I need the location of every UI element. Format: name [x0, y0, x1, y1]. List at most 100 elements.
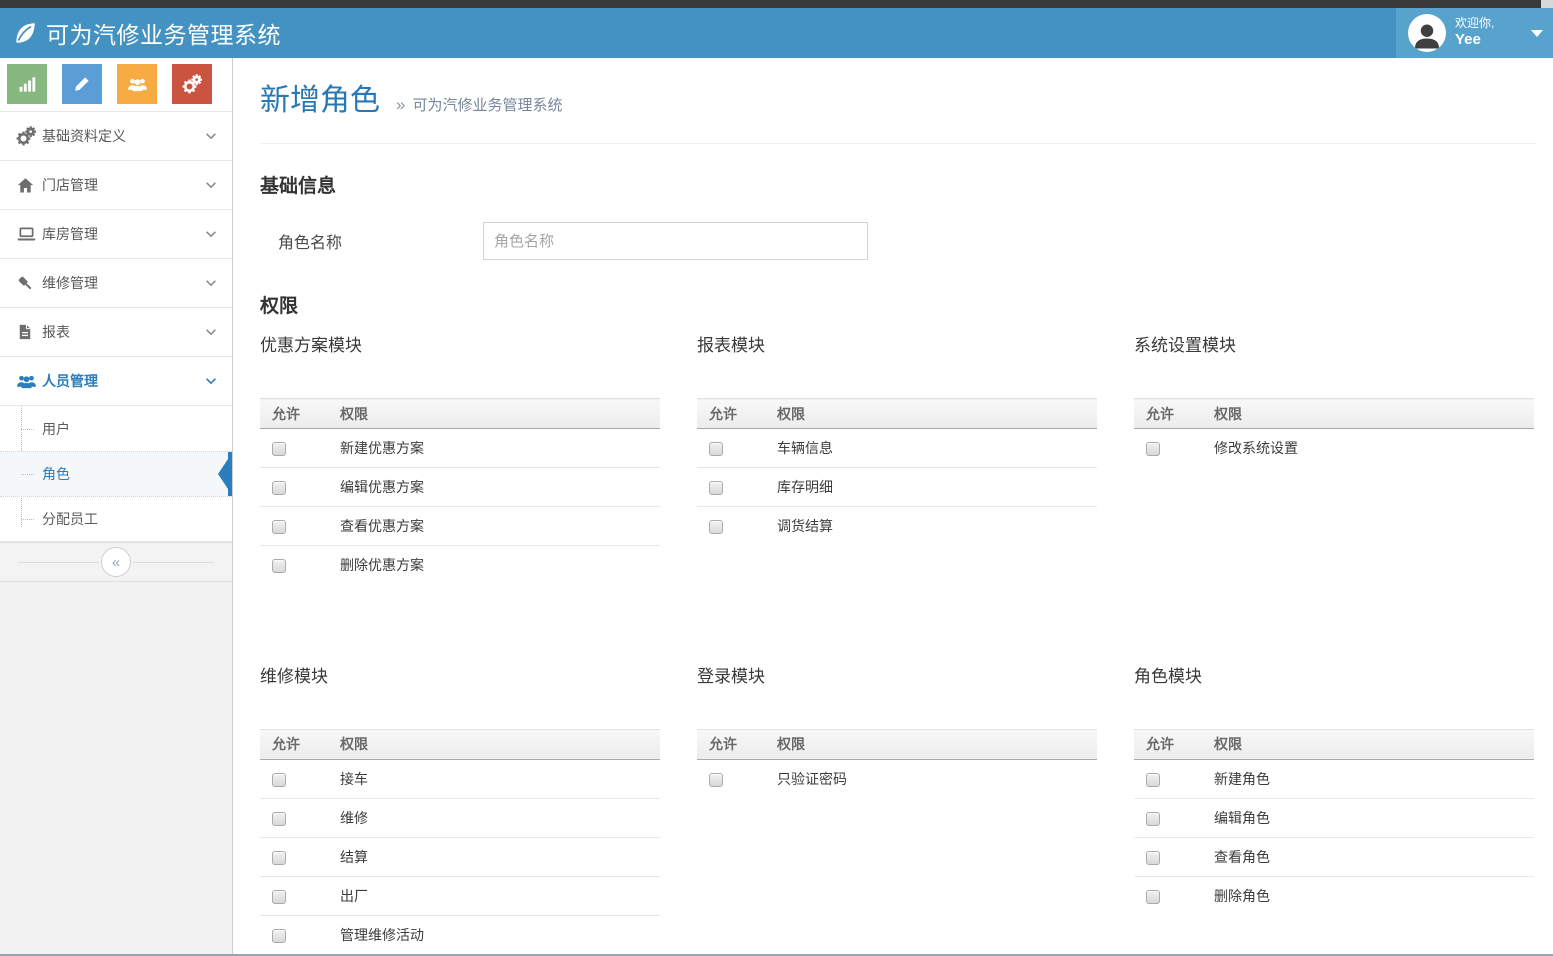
- permission-row: 新建角色: [1134, 759, 1534, 798]
- chevron-down-icon: [204, 227, 218, 241]
- permission-row: 查看角色: [1134, 837, 1534, 876]
- permission-checkbox[interactable]: [1146, 851, 1160, 865]
- role-name-input[interactable]: [483, 222, 868, 260]
- module-title: 系统设置模块: [1134, 334, 1534, 358]
- leaf-logo-icon: [12, 20, 38, 46]
- shortcut-edit-button[interactable]: [62, 64, 102, 104]
- permission-label: 管理维修活动: [340, 915, 660, 954]
- active-item-arrow: [218, 453, 232, 495]
- permission-row: 查看优惠方案: [260, 507, 660, 546]
- permission-checkbox[interactable]: [709, 481, 723, 495]
- sidebar-item-store[interactable]: 门店管理: [0, 161, 232, 210]
- permission-checkbox[interactable]: [272, 481, 286, 495]
- allow-column-header: 允许: [1134, 399, 1214, 429]
- collapse-icon[interactable]: «: [101, 547, 131, 577]
- gears-icon: [182, 74, 202, 94]
- group-icon: [127, 74, 148, 95]
- chevron-down-icon: [204, 129, 218, 143]
- sidebar-item-label: 库房管理: [42, 224, 98, 244]
- permission-label: 接车: [340, 759, 660, 798]
- permission-modules-grid: 优惠方案模块允许权限新建优惠方案编辑优惠方案查看优惠方案删除优惠方案报表模块允许…: [260, 334, 1535, 956]
- permission-checkbox[interactable]: [709, 520, 723, 534]
- gavel-icon: [16, 274, 42, 293]
- permission-row: 调货结算: [697, 507, 1097, 546]
- sidebar-item-reports[interactable]: 报表: [0, 308, 232, 357]
- app-brand[interactable]: 可为汽修业务管理系统: [0, 16, 281, 50]
- chevron-down-icon: [204, 325, 218, 339]
- permission-checkbox[interactable]: [1146, 773, 1160, 787]
- shortcut-people-button[interactable]: [117, 64, 157, 104]
- permission-label: 车辆信息: [777, 429, 1097, 468]
- permission-label: 新建角色: [1214, 759, 1534, 798]
- permission-checkbox[interactable]: [272, 773, 286, 787]
- sidebar-item-label: 报表: [42, 322, 70, 342]
- permission-checkbox[interactable]: [1146, 812, 1160, 826]
- permission-column-header: 权限: [1214, 729, 1534, 759]
- permission-checkbox[interactable]: [1146, 442, 1160, 456]
- permission-module: 优惠方案模块允许权限新建优惠方案编辑优惠方案查看优惠方案删除优惠方案: [260, 334, 660, 585]
- permission-checkbox[interactable]: [272, 890, 286, 904]
- avatar: [1408, 14, 1446, 52]
- permission-checkbox[interactable]: [1146, 890, 1160, 904]
- window-top-strip: [0, 0, 1553, 8]
- breadcrumb: 可为汽修业务管理系统: [412, 94, 562, 115]
- sidebar-item-basic-data[interactable]: 基础资料定义: [0, 112, 232, 161]
- permission-checkbox[interactable]: [709, 773, 723, 787]
- permission-label: 调货结算: [777, 507, 1097, 546]
- permission-label: 编辑角色: [1214, 798, 1534, 837]
- permission-checkbox[interactable]: [272, 929, 286, 943]
- allow-column-header: 允许: [260, 399, 340, 429]
- sidebar-subitem-label: 用户: [42, 419, 70, 439]
- sidebar-collapse-toggle[interactable]: «: [0, 542, 232, 582]
- permission-column-header: 权限: [340, 399, 660, 429]
- permission-checkbox[interactable]: [272, 559, 286, 573]
- caret-down-icon: [1531, 30, 1543, 37]
- permission-row: 车辆信息: [697, 429, 1097, 468]
- permission-checkbox[interactable]: [272, 520, 286, 534]
- sidebar-item-staff[interactable]: 人员管理: [0, 357, 232, 406]
- permission-row: 删除优惠方案: [260, 546, 660, 585]
- permission-label: 只验证密码: [777, 759, 1097, 798]
- chevron-down-icon: [204, 374, 218, 388]
- group-icon: [16, 371, 42, 392]
- permission-checkbox[interactable]: [709, 442, 723, 456]
- chevron-down-icon: [204, 178, 218, 192]
- allow-column-header: 允许: [697, 399, 777, 429]
- main-content: 新增角色 » 可为汽修业务管理系统 基础信息 角色名称 权限 优惠方案模块允许权…: [234, 58, 1553, 956]
- permission-row: 新建优惠方案: [260, 429, 660, 468]
- permission-checkbox[interactable]: [272, 851, 286, 865]
- sidebar-subitem-roles[interactable]: 角色: [0, 451, 232, 496]
- permission-table: 允许权限接车维修结算出厂管理维修活动回访: [260, 729, 660, 956]
- permission-module: 报表模块允许权限车辆信息库存明细调货结算: [697, 334, 1097, 546]
- gears-icon: [16, 126, 42, 146]
- user-menu[interactable]: 欢迎你, Yee: [1396, 8, 1553, 58]
- sidebar-subitem-users[interactable]: 用户: [0, 406, 232, 451]
- permission-row: 出厂: [260, 876, 660, 915]
- module-title: 登录模块: [697, 665, 1097, 689]
- user-text: 欢迎你, Yee: [1455, 16, 1494, 50]
- permission-label: 新建优惠方案: [340, 429, 660, 468]
- sidebar-item-repair[interactable]: 维修管理: [0, 259, 232, 308]
- permission-table: 允许权限新建角色编辑角色查看角色删除角色: [1134, 729, 1534, 916]
- shortcut-settings-button[interactable]: [172, 64, 212, 104]
- permission-module: 登录模块允许权限只验证密码: [697, 665, 1097, 799]
- permission-table: 允许权限车辆信息库存明细调货结算: [697, 398, 1097, 546]
- permission-row: 管理维修活动: [260, 915, 660, 954]
- permission-label: 删除优惠方案: [340, 546, 660, 585]
- basic-info-title: 基础信息: [260, 174, 1535, 200]
- permission-checkbox[interactable]: [272, 812, 286, 826]
- chevron-down-icon: [204, 276, 218, 290]
- permission-row: 接车: [260, 759, 660, 798]
- page-title: 新增角色: [260, 83, 380, 119]
- permission-table: 允许权限修改系统设置: [1134, 398, 1534, 468]
- permission-label: 出厂: [340, 876, 660, 915]
- permission-table: 允许权限新建优惠方案编辑优惠方案查看优惠方案删除优惠方案: [260, 398, 660, 585]
- sidebar-subitem-assign-staff[interactable]: 分配员工: [0, 496, 232, 541]
- navbar: 可为汽修业务管理系统 欢迎你, Yee: [0, 8, 1553, 58]
- permission-row: 结算: [260, 837, 660, 876]
- sidebar-item-warehouse[interactable]: 库房管理: [0, 210, 232, 259]
- app-title: 可为汽修业务管理系统: [46, 16, 281, 50]
- shortcut-stats-button[interactable]: [7, 64, 47, 104]
- module-title: 角色模块: [1134, 665, 1534, 689]
- permission-checkbox[interactable]: [272, 442, 286, 456]
